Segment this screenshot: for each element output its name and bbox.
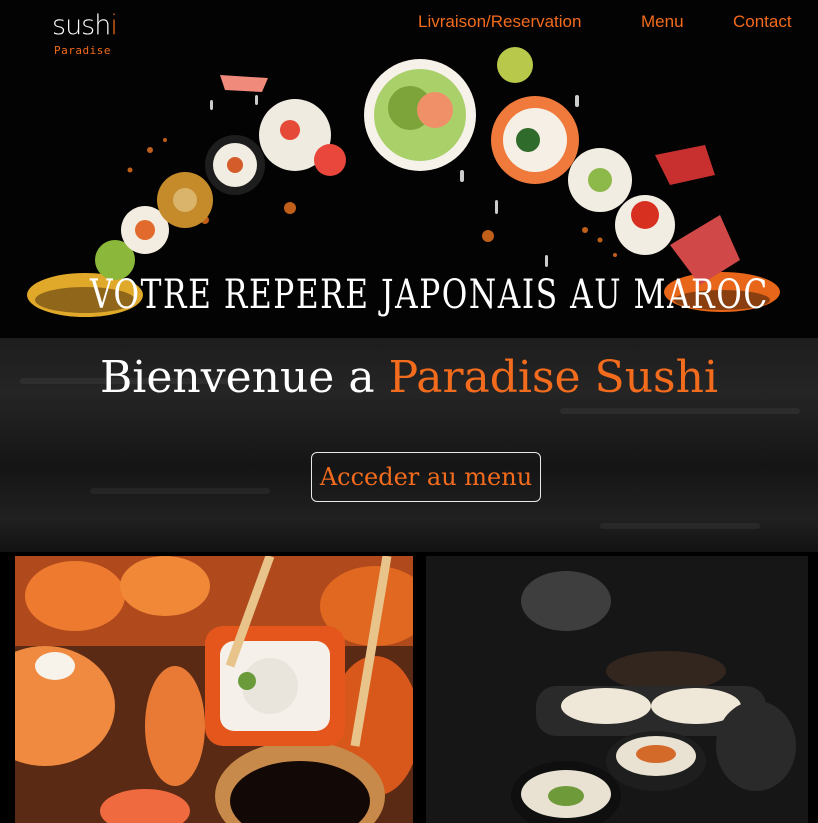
chopsticks-roll-image: [15, 556, 413, 823]
hero-tagline: Votre repere japonais au Maroc: [89, 272, 769, 318]
nav-link-livraison-reservation[interactable]: Livraison/Reservation: [418, 12, 581, 32]
welcome-section: Bienvenue a Paradise Sushi Acceder au me…: [0, 338, 818, 552]
access-menu-button[interactable]: Acceder au menu: [311, 452, 541, 502]
logo-subtitle: Paradise: [54, 44, 111, 57]
texture-streak: [560, 408, 800, 414]
sushi-photo-chopsticks: [15, 556, 413, 823]
maki-rolls-image: [426, 556, 808, 823]
main-nav: Livraison/Reservation Menu Contact: [0, 12, 818, 34]
welcome-title-orange: Paradise Sushi: [388, 352, 719, 403]
texture-streak: [600, 523, 760, 529]
sushi-photo-maki: [426, 556, 808, 823]
welcome-title: Bienvenue a Paradise Sushi: [0, 352, 818, 403]
site-header: sushi Paradise Livraison/Reservation Men…: [0, 0, 818, 60]
welcome-title-white: Bienvenue a: [99, 352, 375, 403]
nav-link-contact[interactable]: Contact: [733, 12, 792, 32]
nav-link-menu[interactable]: Menu: [641, 12, 684, 32]
texture-streak: [90, 488, 270, 494]
